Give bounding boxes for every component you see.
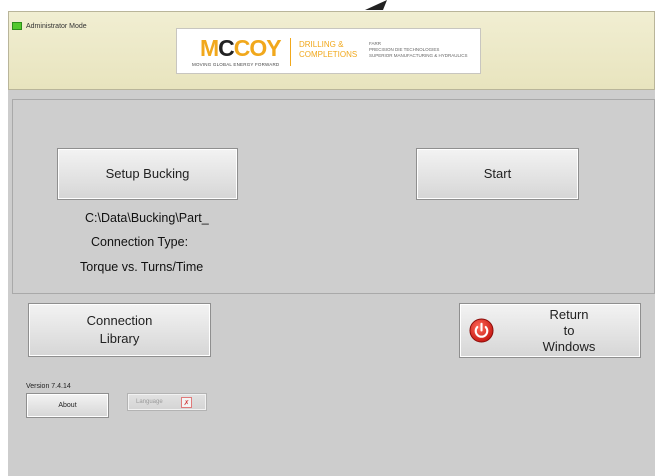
- connection-type-label: Connection Type:: [91, 235, 189, 249]
- return-to-windows-button[interactable]: Return to Windows: [459, 303, 641, 358]
- about-button[interactable]: About: [26, 393, 109, 418]
- logo-wordmark: MCCOY: [200, 35, 282, 61]
- logo-division: DRILLING & COMPLETIONS: [299, 40, 358, 59]
- setup-bucking-label: Setup Bucking: [105, 166, 190, 181]
- language-button[interactable]: Language ✗: [127, 393, 207, 411]
- about-label: About: [58, 402, 77, 409]
- app-window: Administrator Mode MCCOY MOVING GLOBAL E…: [0, 0, 659, 476]
- flag-icon: ✗: [181, 397, 192, 408]
- start-label: Start: [483, 166, 512, 181]
- connection-library-label: Connection Library: [86, 313, 153, 346]
- logo-subsidiaries: FARR PRECISION DIE TECHNOLOGIES SUPERIOR…: [369, 41, 468, 58]
- top-arrow-mark: [365, 0, 387, 10]
- start-button[interactable]: Start: [416, 148, 579, 200]
- file-path-text: C:\Data\Bucking\Part_: [85, 211, 209, 225]
- top-strip: [0, 0, 659, 10]
- power-icon: [469, 318, 494, 343]
- language-label: Language: [136, 399, 163, 405]
- mode-text: Torque vs. Turns/Time: [80, 260, 204, 274]
- logo-tagline: MOVING GLOBAL ENERGY FORWARD: [192, 62, 280, 67]
- mccoy-logo: MCCOY MOVING GLOBAL ENERGY FORWARD DRILL…: [176, 28, 481, 74]
- admin-mode-label: Administrator Mode: [26, 22, 87, 30]
- admin-mode-indicator: Administrator Mode: [12, 22, 87, 30]
- connection-library-button[interactable]: Connection Library: [28, 303, 211, 357]
- setup-bucking-button[interactable]: Setup Bucking: [57, 148, 238, 200]
- version-text: Version 7.4.14: [26, 383, 71, 390]
- green-led-icon: [12, 22, 22, 30]
- return-to-windows-label: Return to Windows: [542, 306, 596, 354]
- logo-divider: [290, 38, 291, 66]
